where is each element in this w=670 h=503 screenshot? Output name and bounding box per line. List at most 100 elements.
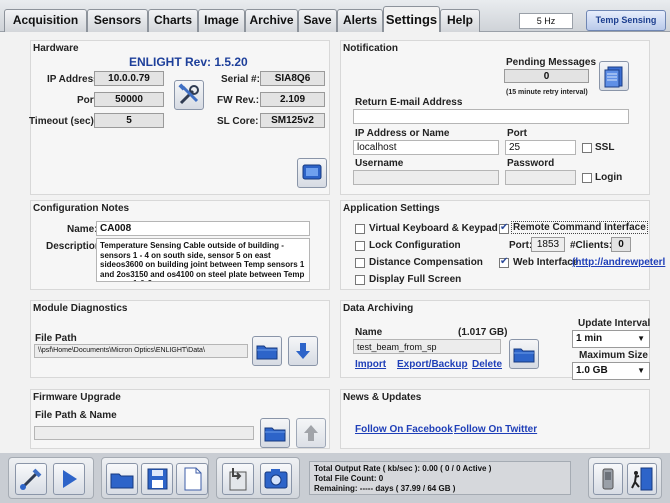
update-interval-value: 1 min xyxy=(576,333,603,344)
start-acquisition-button[interactable] xyxy=(53,463,85,495)
instrument-icon xyxy=(602,468,614,490)
virtual-keyboard-label: Virtual Keyboard & Keypad xyxy=(369,223,498,234)
tab-charts[interactable]: Charts xyxy=(148,9,198,32)
tab-acquisition[interactable]: Acquisition xyxy=(4,9,87,32)
notification-title: Notification xyxy=(343,43,398,54)
import-link[interactable]: Import xyxy=(355,359,386,370)
exit-button[interactable] xyxy=(627,463,657,495)
system-controls-group xyxy=(588,457,662,499)
pending-messages-button[interactable] xyxy=(599,61,629,91)
timeout-label: Timeout (sec): xyxy=(29,116,98,127)
archive-name-input[interactable]: test_beam_from_sp xyxy=(353,339,501,354)
maximum-size-select[interactable]: 1.0 GB ▼ xyxy=(572,362,650,380)
follow-facebook-link[interactable]: Follow On Facebook xyxy=(355,424,453,435)
smtp-port-label: Port xyxy=(507,128,527,139)
ssl-label: SSL xyxy=(595,142,615,153)
web-interface-checkbox[interactable] xyxy=(499,256,509,268)
maximum-size-value: 1.0 GB xyxy=(576,365,608,376)
export-backup-link[interactable]: Export/Backup xyxy=(397,359,468,370)
new-file-button[interactable] xyxy=(176,463,208,495)
acquisition-rate: 5 Hz xyxy=(519,13,573,29)
folder-icon xyxy=(110,473,134,489)
ssl-checkbox[interactable] xyxy=(582,143,592,153)
port-field[interactable]: 50000 xyxy=(94,92,164,107)
smtp-port-input[interactable]: 25 xyxy=(505,140,576,155)
lock-configuration-label: Lock Configuration xyxy=(369,240,461,251)
ip-address-field[interactable]: 10.0.0.79 xyxy=(94,71,164,86)
delete-link[interactable]: Delete xyxy=(472,359,502,370)
diagnostics-download-button[interactable] xyxy=(288,336,318,366)
hardware-tools-button[interactable] xyxy=(174,80,204,110)
archive-size: (1.017 GB) xyxy=(458,327,508,338)
password-input[interactable] xyxy=(505,170,576,185)
firmware-path-input[interactable] xyxy=(34,426,254,440)
application-settings-title: Application Settings xyxy=(343,203,440,214)
timeout-field[interactable]: 5 xyxy=(94,113,164,128)
diagnostics-path-input[interactable]: \\psf\Home\Documents\Micron Optics\ENLIG… xyxy=(34,344,248,358)
tab-bar: Acquisition Sensors Charts Image Archive… xyxy=(0,0,670,33)
pending-messages-label: Pending Messages xyxy=(506,57,597,68)
clients-field: 0 xyxy=(611,237,631,252)
tab-alerts[interactable]: Alerts xyxy=(337,9,383,32)
firmware-browse-button[interactable] xyxy=(260,418,290,448)
diagnostics-browse-button[interactable] xyxy=(252,336,282,366)
tab-archive[interactable]: Archive xyxy=(245,9,298,32)
return-email-input[interactable] xyxy=(353,109,629,124)
message-stack-icon xyxy=(604,66,623,88)
config-name-input[interactable]: CA008 xyxy=(96,221,310,236)
firmware-path-label: File Path & Name xyxy=(35,410,117,421)
distance-compensation-checkbox[interactable] xyxy=(355,258,365,268)
tab-help[interactable]: Help xyxy=(440,9,480,32)
temp-sensing-button[interactable]: Temp Sensing xyxy=(586,10,666,31)
total-file-count: Total File Count: 0 xyxy=(314,474,384,483)
folder-icon xyxy=(264,427,286,442)
tab-sensors[interactable]: Sensors xyxy=(87,9,148,32)
follow-twitter-link[interactable]: Follow On Twitter xyxy=(454,424,537,435)
retry-interval-note: (15 minute retry interval) xyxy=(506,89,588,96)
screenshot-button[interactable] xyxy=(260,463,292,495)
pending-messages-field: 0 xyxy=(504,69,589,83)
data-archiving-title: Data Archiving xyxy=(343,303,414,314)
firmware-upgrade-title: Firmware Upgrade xyxy=(33,392,121,403)
chevron-down-icon: ▼ xyxy=(637,334,645,343)
tab-image[interactable]: Image xyxy=(198,9,245,32)
tools-icon xyxy=(178,83,199,105)
device-button[interactable] xyxy=(593,463,623,495)
serial-field: SIA8Q6 xyxy=(260,71,325,86)
lock-configuration-checkbox[interactable] xyxy=(355,241,365,251)
total-output-rate: Total Output Rate ( kb/sec ): 0.00 ( 0 /… xyxy=(314,464,492,473)
username-input[interactable] xyxy=(353,170,499,185)
update-interval-label: Update Interval xyxy=(578,318,651,329)
config-description-input[interactable]: Temperature Sensing Cable outside of bui… xyxy=(96,238,310,282)
open-file-button[interactable] xyxy=(106,463,138,495)
hardware-display-button[interactable] xyxy=(297,158,327,188)
sl-core-label: SL Core: xyxy=(217,116,259,127)
archive-name-label: Name xyxy=(355,327,383,338)
application-settings-panel: Application Settings Virtual Keyboard & … xyxy=(340,200,665,290)
save-file-button[interactable] xyxy=(141,463,173,495)
display-full-screen-label: Display Full Screen xyxy=(369,274,462,285)
web-interface-link[interactable]: (http://andrewpeterl xyxy=(572,257,665,268)
archive-browse-button[interactable] xyxy=(509,339,539,369)
config-name-label: Name: xyxy=(67,224,98,235)
smtp-ip-input[interactable]: localhost xyxy=(353,140,499,155)
copy-button[interactable] xyxy=(222,463,254,495)
login-checkbox[interactable] xyxy=(582,173,592,183)
maximum-size-label: Maximum Size xyxy=(579,350,648,361)
serial-label: Serial #: xyxy=(221,74,260,85)
floppy-disk-icon xyxy=(147,468,168,490)
configuration-notes-title: Configuration Notes xyxy=(33,203,130,214)
tab-settings[interactable]: Settings xyxy=(383,6,440,33)
configuration-notes-panel: Configuration Notes Name: CA008 Descript… xyxy=(30,200,330,290)
firmware-upload-button[interactable] xyxy=(296,418,326,448)
play-icon xyxy=(63,470,77,488)
hardware-title: Hardware xyxy=(33,43,79,54)
remote-command-checkbox[interactable] xyxy=(499,222,509,234)
update-interval-select[interactable]: 1 min ▼ xyxy=(572,330,650,348)
probe-button[interactable] xyxy=(15,463,47,495)
remote-port-field[interactable]: 1853 xyxy=(531,237,565,252)
virtual-keyboard-checkbox[interactable] xyxy=(355,224,365,234)
tab-save[interactable]: Save xyxy=(298,9,337,32)
camera-icon xyxy=(264,469,288,489)
display-full-screen-checkbox[interactable] xyxy=(355,275,365,285)
